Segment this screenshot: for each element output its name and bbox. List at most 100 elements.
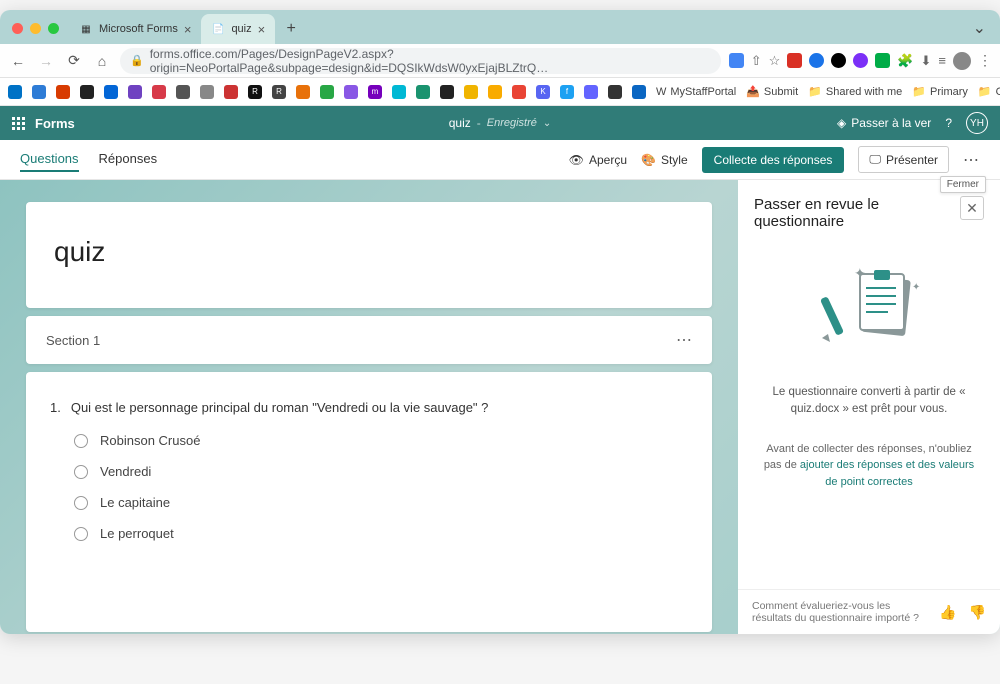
reload-button[interactable]: ⟳ — [64, 51, 84, 71]
bookmark-item[interactable]: 📁Shared with me — [808, 85, 902, 98]
bookmark-icon[interactable] — [32, 85, 46, 99]
preview-button[interactable]: 👁Aperçu — [569, 153, 627, 167]
extension-icons: ⇧ ☆ 🧩 ⬇ ≡ ⋮ — [729, 52, 992, 70]
browser-tab[interactable]: ▦ Microsoft Forms × — [69, 14, 201, 44]
bookmark-icon[interactable] — [176, 85, 190, 99]
section-header[interactable]: Section 1 ⋯ — [26, 316, 712, 364]
bookmark-item[interactable]: WMyStaffPortal — [656, 86, 736, 98]
tab-responses[interactable]: Réponses — [99, 147, 158, 172]
download-icon[interactable]: ⬇ — [921, 53, 932, 69]
bookmark-icon[interactable] — [392, 85, 406, 99]
document-title-area[interactable]: quiz - Enregistré ⌄ — [449, 116, 552, 130]
bookmark-icon[interactable] — [512, 85, 526, 99]
browser-tab-active[interactable]: 📄 quiz × — [201, 14, 275, 44]
maximize-window-icon[interactable] — [48, 23, 59, 34]
bookmark-icon[interactable] — [608, 85, 622, 99]
present-label: Présenter — [886, 153, 938, 167]
bookmark-icon[interactable] — [200, 85, 214, 99]
bookmark-icon[interactable] — [56, 85, 70, 99]
app-launcher-icon[interactable] — [12, 117, 25, 130]
extension-icon[interactable] — [729, 53, 744, 68]
profile-avatar[interactable] — [953, 52, 971, 70]
collect-responses-button[interactable]: Collecte des réponses — [702, 147, 845, 173]
bookmark-icon[interactable]: m — [368, 85, 382, 99]
option-row[interactable]: Le capitaine — [74, 495, 688, 510]
radio-icon — [74, 496, 88, 510]
bookmark-label: Other Bookmarks — [996, 86, 1000, 98]
bookmark-icon[interactable] — [416, 85, 430, 99]
home-button[interactable]: ⌂ — [92, 51, 112, 71]
premium-button[interactable]: ◈ Passer à la ver — [837, 116, 931, 130]
list-icon[interactable]: ≡ — [938, 53, 946, 68]
app-name[interactable]: Forms — [35, 116, 75, 131]
bookmark-icon[interactable]: R — [248, 85, 262, 99]
bookmark-icon[interactable] — [224, 85, 238, 99]
option-label: Robinson Crusoé — [100, 433, 200, 448]
bookmark-label: Shared with me — [826, 86, 902, 98]
user-avatar[interactable]: YH — [966, 112, 988, 134]
star-icon[interactable]: ☆ — [769, 53, 781, 69]
tab-questions[interactable]: Questions — [20, 147, 79, 172]
extension-icon[interactable] — [875, 53, 890, 68]
thumbs-down-icon[interactable]: 👎 — [969, 604, 986, 621]
more-menu-button[interactable]: ⋯ — [963, 150, 980, 170]
bookmark-icon[interactable] — [344, 85, 358, 99]
question-card[interactable]: 1. Qui est le personnage principal du ro… — [26, 372, 712, 632]
close-window-icon[interactable] — [12, 23, 23, 34]
close-tab-icon[interactable]: × — [258, 22, 266, 37]
extension-icon[interactable] — [809, 53, 824, 68]
forward-button[interactable]: → — [36, 51, 56, 71]
user-initials: YH — [970, 118, 984, 129]
kebab-menu-icon[interactable]: ⋮ — [978, 52, 992, 69]
option-label: Le perroquet — [100, 526, 174, 541]
bookmark-label: Submit — [764, 86, 798, 98]
new-tab-button[interactable]: + — [279, 17, 303, 41]
bookmark-icon[interactable] — [464, 85, 478, 99]
option-row[interactable]: Robinson Crusoé — [74, 433, 688, 448]
feedback-question: Comment évalueriez-vous les résultats du… — [752, 600, 931, 624]
bookmark-icon[interactable] — [152, 85, 166, 99]
bookmark-icon[interactable]: R — [272, 85, 286, 99]
panel-close-button[interactable]: ✕ — [960, 196, 984, 220]
tabs-overflow-icon[interactable]: ⌄ — [973, 18, 986, 38]
bookmark-icon[interactable]: f — [560, 85, 574, 99]
style-button[interactable]: 🎨Style — [641, 153, 688, 167]
extension-icon[interactable] — [853, 53, 868, 68]
extension-icon[interactable] — [831, 53, 846, 68]
panel-message: Le questionnaire converti à partir de « … — [760, 384, 978, 419]
form-title: quiz — [54, 236, 684, 268]
bookmark-icon[interactable] — [8, 85, 22, 99]
bookmark-icon[interactable] — [440, 85, 454, 99]
form-title-card[interactable]: quiz — [26, 202, 712, 308]
review-panel: Passer en revue le questionnaire ✕ — [738, 180, 1000, 634]
other-bookmarks[interactable]: 📁Other Bookmarks — [978, 85, 1000, 98]
bookmark-item[interactable]: 📤Submit — [746, 85, 798, 98]
bookmark-icon[interactable] — [296, 85, 310, 99]
bookmark-icon[interactable]: K — [536, 85, 550, 99]
puzzle-icon[interactable]: 🧩 — [897, 53, 913, 69]
add-answers-link[interactable]: ajouter des réponses et des valeurs de p… — [800, 459, 974, 488]
bookmark-icon[interactable] — [632, 85, 646, 99]
present-button[interactable]: 🖵Présenter — [858, 146, 949, 173]
bookmark-icon[interactable] — [104, 85, 118, 99]
help-icon[interactable]: ? — [945, 116, 952, 130]
bookmark-icon[interactable] — [584, 85, 598, 99]
bookmark-icon[interactable] — [320, 85, 334, 99]
saved-status: Enregistré — [487, 117, 537, 129]
form-container: quiz Section 1 ⋯ 1. Qui est le personnag… — [0, 180, 738, 634]
extension-icon[interactable] — [787, 53, 802, 68]
close-tab-icon[interactable]: × — [184, 22, 192, 37]
option-row[interactable]: Le perroquet — [74, 526, 688, 541]
bookmark-item[interactable]: 📁Primary — [912, 85, 968, 98]
quiz-favicon-icon: 📄 — [211, 22, 225, 36]
back-button[interactable]: ← — [8, 51, 28, 71]
url-input[interactable]: 🔒 forms.office.com/Pages/DesignPageV2.as… — [120, 48, 721, 74]
section-more-icon[interactable]: ⋯ — [676, 330, 692, 350]
bookmark-icon[interactable] — [128, 85, 142, 99]
bookmark-icon[interactable] — [488, 85, 502, 99]
option-row[interactable]: Vendredi — [74, 464, 688, 479]
share-icon[interactable]: ⇧ — [751, 53, 762, 69]
thumbs-up-icon[interactable]: 👍 — [939, 604, 956, 621]
minimize-window-icon[interactable] — [30, 23, 41, 34]
bookmark-icon[interactable] — [80, 85, 94, 99]
